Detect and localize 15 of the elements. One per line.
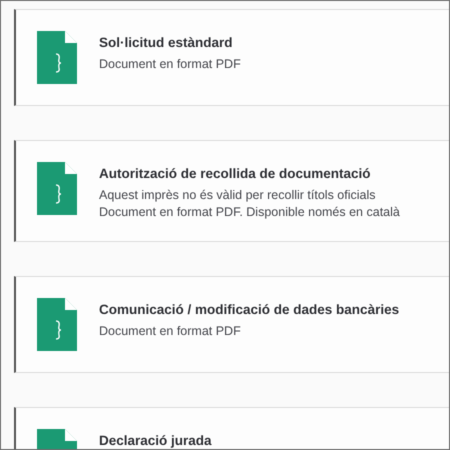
- document-title[interactable]: Declaració jurada: [99, 433, 212, 448]
- file-icon: [37, 298, 77, 351]
- document-card[interactable]: Declaració jurada: [14, 407, 449, 449]
- document-description: Document en format PDF. Disponible només en català: [99, 204, 400, 221]
- document-description: Document en format PDF: [99, 56, 241, 73]
- document-description: Aquest imprès no és vàlid per recollir títols oficials: [99, 187, 377, 204]
- file-icon: [37, 162, 77, 215]
- document-card[interactable]: Autorització de recollida de documentació Aquest imprès no és vàlid per recollir títols oficials Document en format PDF. Disponible només en català: [14, 140, 449, 242]
- file-icon: [37, 31, 77, 84]
- document-title[interactable]: Comunicació / modificació de dades bancàries: [99, 302, 400, 317]
- document-title[interactable]: Autorització de recollida de documentació: [99, 166, 400, 181]
- document-card[interactable]: Sol·licitud estàndard Document en format PDF: [14, 9, 449, 106]
- document-card[interactable]: Comunicació / modificació de dades bancàries Document en format PDF: [14, 276, 449, 373]
- document-title[interactable]: Sol·licitud estàndard: [99, 35, 241, 50]
- document-description: Document en format PDF: [99, 323, 242, 340]
